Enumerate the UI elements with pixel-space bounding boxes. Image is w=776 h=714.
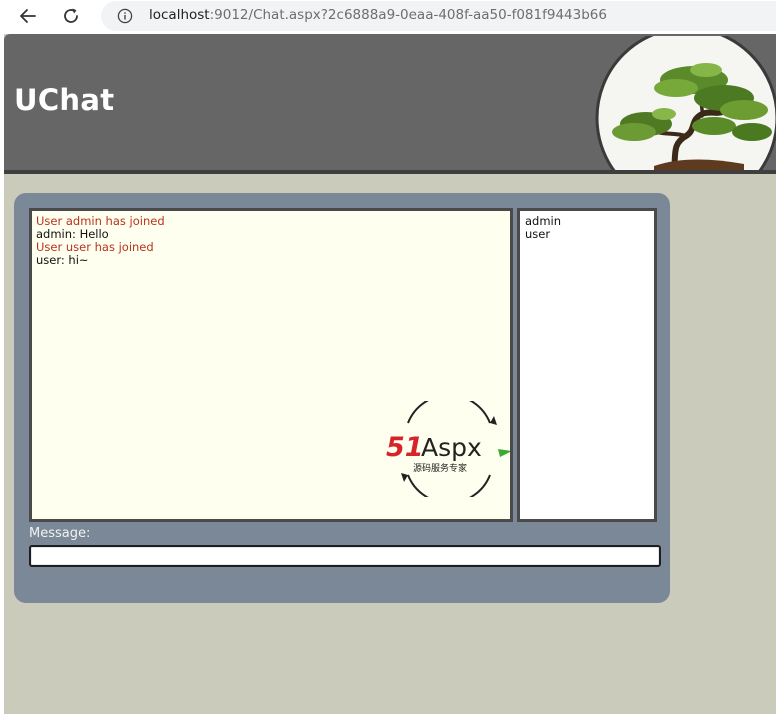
51aspx-watermark-logo: 51 Aspx 源码服务专家 <box>386 401 510 497</box>
app-title: UChat <box>14 83 115 117</box>
bonsai-tree-image <box>595 36 776 172</box>
reload-button[interactable] <box>58 4 84 28</box>
address-bar[interactable]: localhost:9012/Chat.aspx?2c6888a9-0eaa-4… <box>101 1 776 31</box>
message-input[interactable] <box>29 545 661 567</box>
info-icon[interactable] <box>117 8 133 24</box>
online-users-list[interactable]: admin user <box>517 208 657 522</box>
url-text[interactable]: localhost:9012/Chat.aspx?2c6888a9-0eaa-4… <box>149 7 607 23</box>
user-list: admin user <box>525 215 561 241</box>
chat-panel: User admin has joined admin: Hello User … <box>14 193 670 603</box>
header-divider <box>4 170 776 174</box>
message-label: Message: <box>29 526 91 541</box>
page-header: UChat <box>4 34 776 172</box>
reload-icon <box>64 8 78 23</box>
messages-box[interactable]: User admin has joined admin: Hello User … <box>29 208 513 522</box>
user-item-user[interactable]: user <box>525 228 561 241</box>
page-body: UChat User admin has joined admin: Hello… <box>4 34 776 714</box>
watermark-tagline: 源码服务专家 <box>413 462 467 474</box>
arrow-left-icon <box>20 9 36 23</box>
back-button[interactable] <box>15 4 41 28</box>
message-user-hi: user: hi~ <box>36 253 89 267</box>
message-list: User admin has joined admin: Hello User … <box>36 215 165 267</box>
watermark-brand-red: 51 <box>386 432 424 463</box>
browser-toolbar: localhost:9012/Chat.aspx?2c6888a9-0eaa-4… <box>0 0 776 34</box>
url-host: localhost <box>149 7 210 23</box>
watermark-brand-dark: Aspx <box>421 433 482 462</box>
url-path: :9012/Chat.aspx?2c6888a9-0eaa-408f-aa50-… <box>209 7 607 23</box>
